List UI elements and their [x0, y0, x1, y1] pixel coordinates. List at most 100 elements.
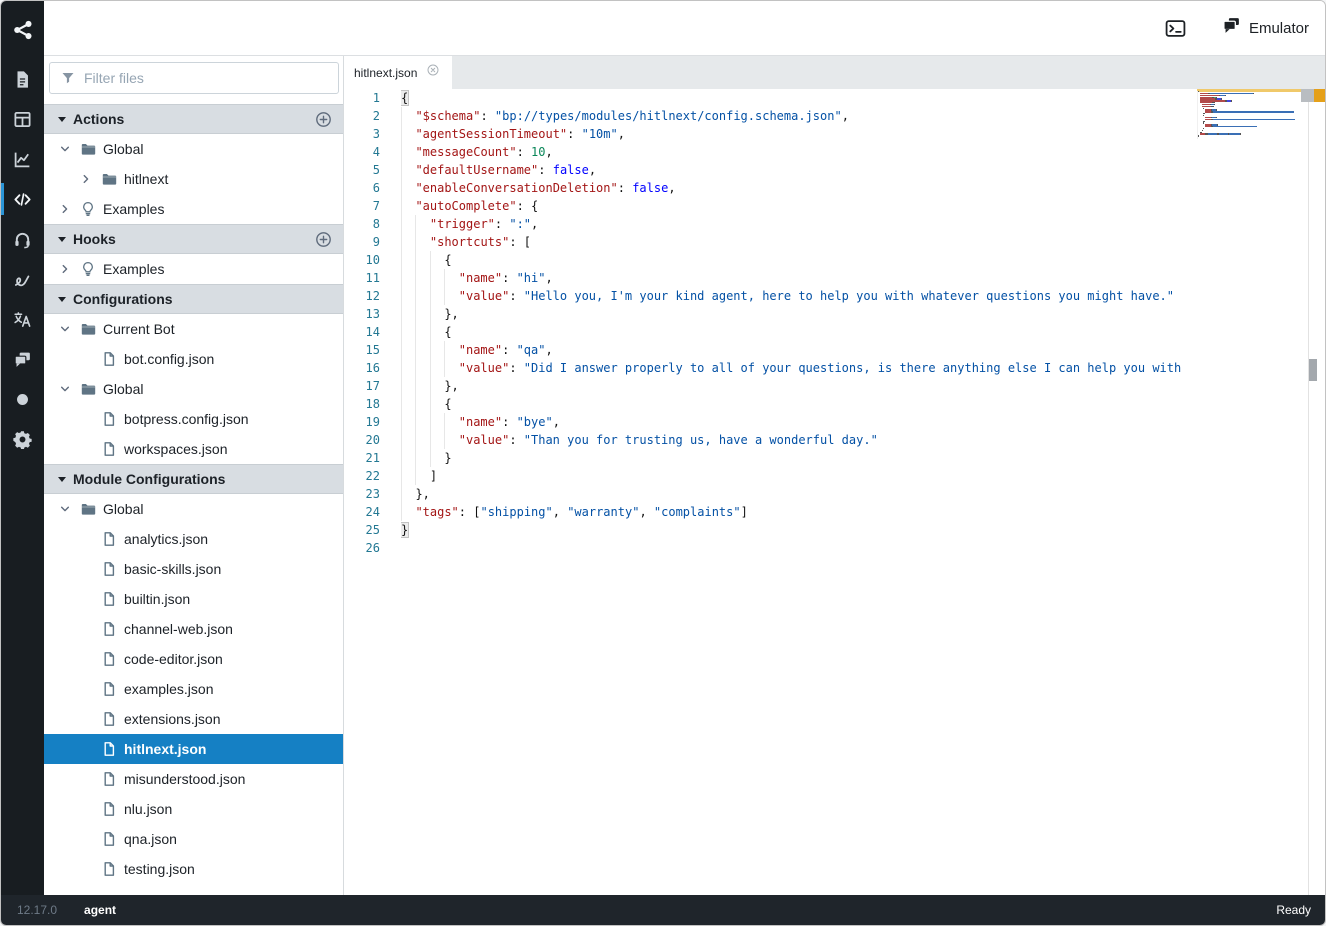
- code-line-7: 7"autoComplete": {: [344, 197, 1197, 215]
- section-header-configurations[interactable]: Configurations: [44, 284, 343, 314]
- nav-item-gear-icon[interactable]: [1, 419, 44, 459]
- code-line-17: 17},: [344, 377, 1197, 395]
- file-item-examples-json[interactable]: examples.json: [44, 674, 343, 704]
- code-line-22: 22]: [344, 467, 1197, 485]
- file-item-extensions-json[interactable]: extensions.json: [44, 704, 343, 734]
- overview-ruler-marker: [1314, 89, 1325, 102]
- file-icon: [101, 411, 118, 427]
- emulator-button[interactable]: Emulator: [1222, 16, 1309, 40]
- chevron-down-icon: [58, 142, 72, 156]
- version-label: 12.17.0: [17, 903, 57, 917]
- section-header-module-configurations[interactable]: Module Configurations: [44, 464, 343, 494]
- botpress-code-editor-window: Emulator ActionsGlobalhitlnextExamplesHo…: [0, 0, 1326, 926]
- nav-item-line-chart-icon[interactable]: [1, 139, 44, 179]
- add-button[interactable]: [315, 111, 332, 128]
- nav-item-chat-bubbles-icon[interactable]: [1, 339, 44, 379]
- status-ready-label: Ready: [1276, 903, 1311, 917]
- file-item-workspaces-json[interactable]: workspaces.json: [44, 434, 343, 464]
- caret-down-icon: [58, 477, 66, 482]
- editor-scrollbar-thumb[interactable]: [1301, 89, 1314, 102]
- tree-item-current-bot[interactable]: Current Bot: [44, 314, 343, 344]
- file-item-analytics-json[interactable]: analytics.json: [44, 524, 343, 554]
- code-line-4: 4"messageCount": 10,: [344, 143, 1197, 161]
- file-item-channel-web-json[interactable]: channel-web.json: [44, 614, 343, 644]
- code-line-3: 3"agentSessionTimeout": "10m",: [344, 125, 1197, 143]
- chevron-right-icon: [79, 172, 93, 186]
- section-header-actions[interactable]: Actions: [44, 104, 343, 134]
- section-header-hooks[interactable]: Hooks: [44, 224, 343, 254]
- code-line-14: 14{: [344, 323, 1197, 341]
- folder-icon: [80, 501, 97, 517]
- file-item-bot-config-json[interactable]: bot.config.json: [44, 344, 343, 374]
- file-icon: [101, 831, 118, 847]
- tree-item-global[interactable]: Global: [44, 134, 343, 164]
- minimap[interactable]: [1197, 91, 1303, 139]
- code-line-9: 9"shortcuts": [: [344, 233, 1197, 251]
- add-button[interactable]: [315, 231, 332, 248]
- tab-hitlnext-json[interactable]: hitlnext.json: [344, 56, 452, 89]
- file-item-basic-skills-json[interactable]: basic-skills.json: [44, 554, 343, 584]
- code-line-15: 15"name": "qa",: [344, 341, 1197, 359]
- tree-item-global[interactable]: Global: [44, 494, 343, 524]
- nav-item-layout-panels-icon[interactable]: [1, 99, 44, 139]
- file-item-qna-json[interactable]: qna.json: [44, 824, 343, 854]
- code-line-10: 10{: [344, 251, 1197, 269]
- lightbulb-icon: [80, 261, 97, 277]
- caret-down-icon: [58, 117, 66, 122]
- nav-item-dot-icon[interactable]: [1, 379, 44, 419]
- panel-scrollbar-thumb[interactable]: [1309, 359, 1317, 381]
- top-bar: Emulator: [44, 1, 1325, 56]
- emulator-label: Emulator: [1249, 20, 1309, 37]
- folder-icon: [80, 381, 97, 397]
- share-icon[interactable]: [1, 13, 44, 47]
- code-line-25: 25}: [344, 521, 1197, 539]
- filter-files-input[interactable]: [49, 62, 339, 94]
- terminal-button[interactable]: [1165, 18, 1186, 39]
- nav-item-scribble-icon[interactable]: [1, 259, 44, 299]
- code-editor-content[interactable]: 1{2"$schema": "bp://types/modules/hitlne…: [344, 89, 1197, 557]
- file-icon: [101, 711, 118, 727]
- code-line-18: 18{: [344, 395, 1197, 413]
- nav-item-code-icon[interactable]: [1, 179, 44, 219]
- code-line-23: 23},: [344, 485, 1197, 503]
- file-item-misunderstood-json[interactable]: misunderstood.json: [44, 764, 343, 794]
- code-line-11: 11"name": "hi",: [344, 269, 1197, 287]
- folder-icon: [80, 141, 97, 157]
- file-icon: [101, 531, 118, 547]
- code-line-1: 1{: [344, 89, 1197, 107]
- folder-icon: [101, 171, 118, 187]
- tab-close-icon[interactable]: [426, 63, 440, 82]
- file-icon: [101, 801, 118, 817]
- file-icon: [101, 861, 118, 877]
- code-line-16: 16"value": "Did I answer properly to all…: [344, 359, 1197, 377]
- file-icon: [101, 441, 118, 457]
- status-bar: 12.17.0 agent Ready: [1, 895, 1325, 925]
- chevron-down-icon: [58, 382, 72, 396]
- file-tree-sidebar: ActionsGlobalhitlnextExamplesHooksExampl…: [44, 56, 344, 895]
- tree-item-global[interactable]: Global: [44, 374, 343, 404]
- file-item-builtin-json[interactable]: builtin.json: [44, 584, 343, 614]
- chevron-right-icon: [58, 202, 72, 216]
- tree-item-examples[interactable]: Examples: [44, 194, 343, 224]
- file-icon: [101, 651, 118, 667]
- tree-item-hitlnext[interactable]: hitlnext: [44, 164, 343, 194]
- file-item-nlu-json[interactable]: nlu.json: [44, 794, 343, 824]
- code-line-8: 8"trigger": ":",: [344, 215, 1197, 233]
- file-item-testing-json[interactable]: testing.json: [44, 854, 343, 884]
- code-editor: 1{2"$schema": "bp://types/modules/hitlne…: [344, 89, 1325, 895]
- file-item-botpress-config-json[interactable]: botpress.config.json: [44, 404, 343, 434]
- code-line-26: 26: [344, 539, 1197, 557]
- nav-item-document-icon[interactable]: [1, 59, 44, 99]
- code-line-2: 2"$schema": "bp://types/modules/hitlnext…: [344, 107, 1197, 125]
- nav-item-headset-icon[interactable]: [1, 219, 44, 259]
- tree-item-examples[interactable]: Examples: [44, 254, 343, 284]
- file-icon: [101, 741, 118, 757]
- nav-item-translate-icon[interactable]: [1, 299, 44, 339]
- code-line-21: 21}: [344, 449, 1197, 467]
- code-line-19: 19"name": "bye",: [344, 413, 1197, 431]
- code-line-12: 12"value": "Hello you, I'm your kind age…: [344, 287, 1197, 305]
- caret-down-icon: [58, 237, 66, 242]
- code-line-24: 24"tags": ["shipping", "warranty", "comp…: [344, 503, 1197, 521]
- file-item-code-editor-json[interactable]: code-editor.json: [44, 644, 343, 674]
- file-item-hitlnext-json[interactable]: hitlnext.json: [44, 734, 343, 764]
